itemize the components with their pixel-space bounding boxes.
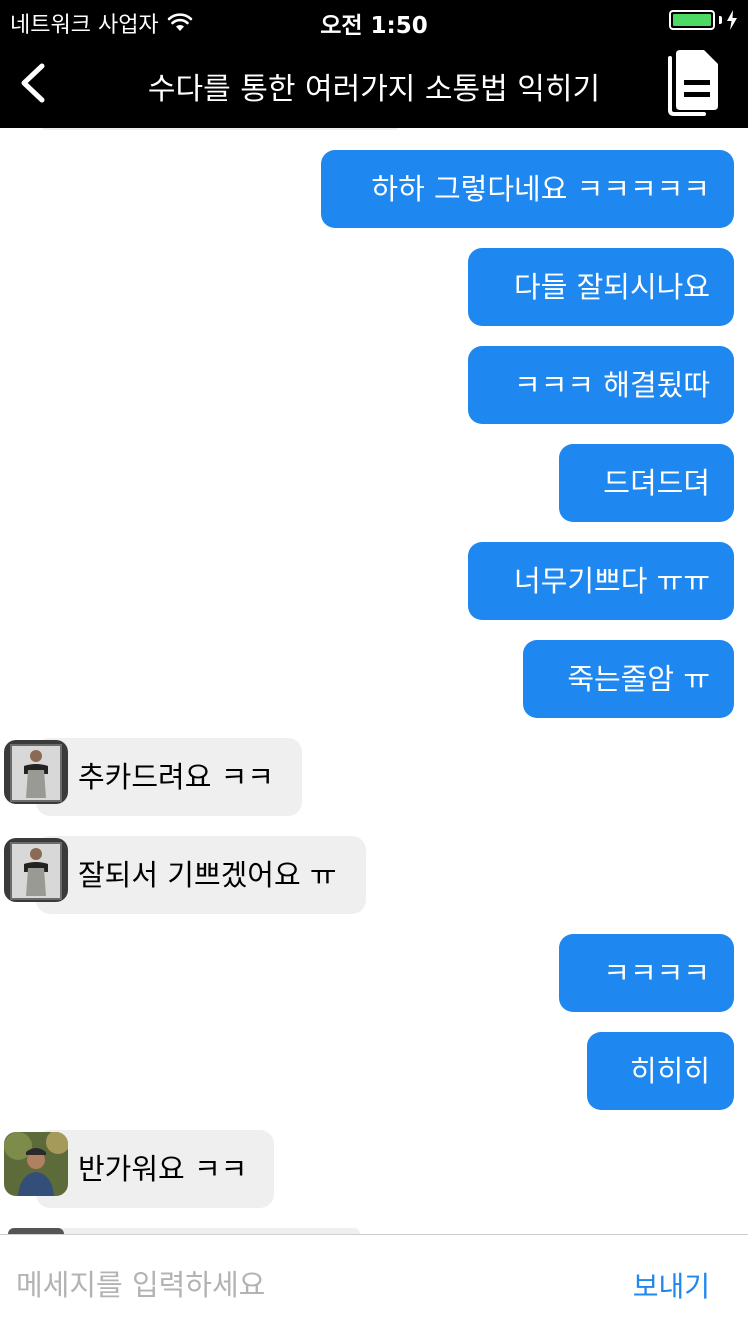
- message-bubble[interactable]: 죽는줄암 ㅠ: [523, 640, 734, 718]
- message-bubble[interactable]: 추카드려요 ㅋㅋ: [36, 738, 302, 816]
- message-bubble[interactable]: ㅋㅋㅋ 해결됬따: [468, 346, 734, 424]
- message-bubble[interactable]: 히히히: [587, 1032, 734, 1110]
- avatar[interactable]: [4, 838, 68, 902]
- message-composer: 보내기: [0, 1234, 748, 1334]
- message-row-outgoing: 하하 그렇다네요 ㅋㅋㅋㅋㅋ: [0, 150, 748, 228]
- message-row-incoming: 추카드려요 ㅋㅋ: [0, 738, 748, 816]
- message-list[interactable]: 하하 그렇다네요 ㅋㅋㅋㅋㅋ 다들 잘되시나요 ㅋㅋㅋ 해결됬따 드뎌드뎌 너무…: [0, 128, 748, 1234]
- message-input[interactable]: [16, 1263, 576, 1307]
- back-chevron-icon[interactable]: [10, 58, 60, 108]
- message-bubble[interactable]: ㅋㅋㅋㅋ: [559, 934, 734, 1012]
- partial-bubble-top: [40, 128, 400, 130]
- message-bubble[interactable]: 반가워요 ㅋㅋ: [36, 1130, 274, 1208]
- message-bubble[interactable]: 다들 잘되시나요: [468, 248, 734, 326]
- message-row-incoming: 잘되서 기쁘겠어요 ㅠ: [0, 836, 748, 914]
- status-bar: 네트워크 사업자 오전 1:50: [0, 0, 748, 40]
- message-row-outgoing: 히히히: [0, 1032, 748, 1110]
- message-bubble[interactable]: 하하 그렇다네요 ㅋㅋㅋㅋㅋ: [321, 150, 734, 228]
- message-row-outgoing: 드뎌드뎌: [0, 444, 748, 522]
- battery-nub: [719, 16, 722, 24]
- message-bubble[interactable]: 잘되서 기쁘겠어요 ㅠ: [36, 836, 366, 914]
- battery-group: [669, 10, 738, 30]
- send-button[interactable]: 보내기: [633, 1265, 710, 1305]
- message-row-outgoing: ㅋㅋㅋㅋ: [0, 934, 748, 1012]
- message-bubble[interactable]: 너무기쁘다 ㅠㅠ: [468, 542, 734, 620]
- avatar[interactable]: [4, 1132, 68, 1196]
- battery-icon: [669, 10, 715, 30]
- document-list-icon[interactable]: [660, 48, 726, 118]
- charging-bolt-icon: [727, 10, 737, 30]
- message-row-outgoing: 너무기쁘다 ㅠㅠ: [0, 542, 748, 620]
- page-title: 수다를 통한 여러가지 소통법 익히기: [147, 72, 601, 107]
- avatar[interactable]: [4, 740, 68, 804]
- message-row-outgoing: 죽는줄암 ㅠ: [0, 640, 748, 718]
- message-row-incoming: 반가워요 ㅋㅋ: [0, 1130, 748, 1208]
- clock: 오전 1:50: [320, 13, 428, 39]
- navigation-bar: 수다를 통한 여러가지 소통법 익히기: [0, 40, 748, 128]
- message-row-outgoing: 다들 잘되시나요: [0, 248, 748, 326]
- message-bubble[interactable]: 드뎌드뎌: [559, 444, 734, 522]
- message-row-outgoing: ㅋㅋㅋ 해결됬따: [0, 346, 748, 424]
